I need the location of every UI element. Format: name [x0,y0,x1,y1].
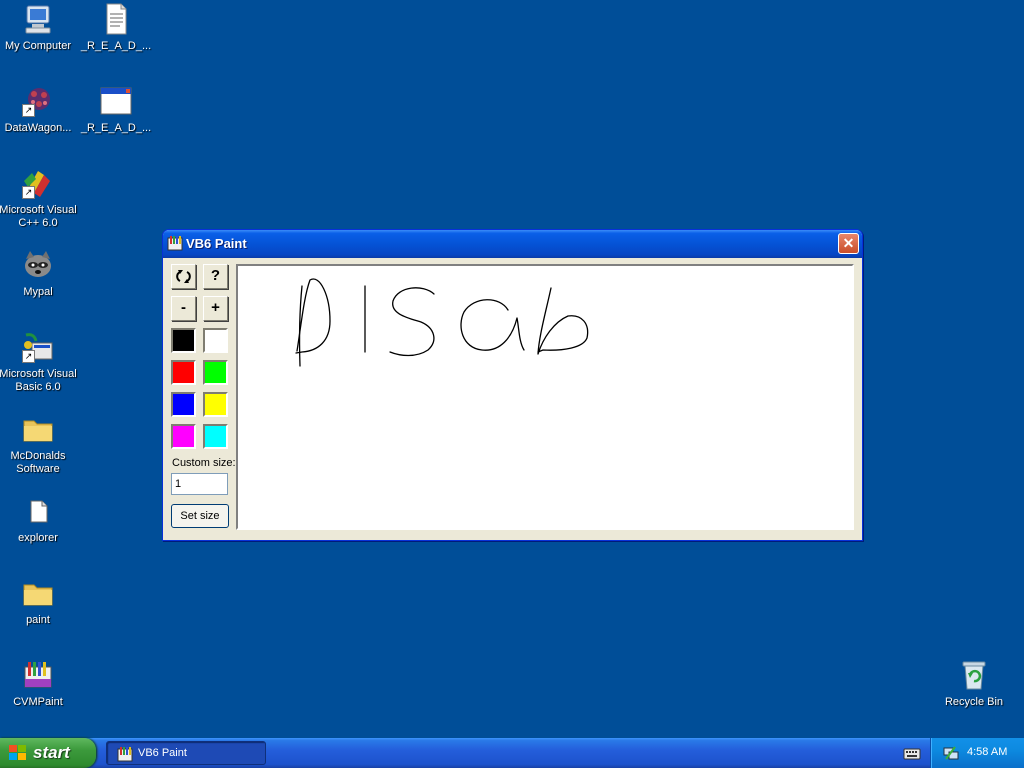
desktop-icon-datawagon[interactable]: ↗ DataWagon... [0,85,78,135]
cvmpaint-icon [22,659,54,691]
desktop-icon-label: _R_E_A_D_... [80,122,152,134]
visual-cpp-icon: ↗ [22,167,54,199]
close-button[interactable]: ✕ [838,233,859,254]
color-swatch-magenta[interactable] [171,424,196,449]
desktop-icon-mypal[interactable]: Mypal [0,249,78,299]
desktop-icon-recycle-bin[interactable]: Recycle Bin [934,659,1014,709]
custom-size-input[interactable] [171,473,228,495]
taskbar-button-label: VB6 Paint [138,747,187,759]
text-document-icon [100,3,132,35]
keyboard-language-icon[interactable] [903,745,921,761]
set-size-button[interactable]: Set size [171,504,229,528]
desktop-icon-my-computer[interactable]: My Computer [0,3,78,53]
desktop-icon-paint-folder[interactable]: paint [0,577,78,627]
my-computer-icon [22,3,54,35]
window-title: VB6 Paint [186,236,247,251]
vb6-paint-window: VB6 Paint ✕ ? - + Custom size: Set size [162,229,863,541]
mypal-raccoon-icon [22,249,54,281]
datawagon-icon: ↗ [22,85,54,117]
desktop-icon-label: explorer [18,532,58,544]
desktop-icon-mcdonalds-software[interactable]: McDonalds Software [0,413,78,476]
desktop-icon-visual-cpp[interactable]: ↗ Microsoft Visual C++ 6.0 [0,167,78,230]
increase-size-button[interactable]: + [203,296,228,321]
folder-icon [22,577,54,609]
desktop-icon-label: Mypal [23,286,53,298]
color-swatch-blue[interactable] [171,392,196,417]
color-swatch-cyan[interactable] [203,424,228,449]
taskbar-button-vb6-paint[interactable]: VB6 Paint [106,741,266,765]
desktop-icon-visual-basic[interactable]: ↗ Microsoft Visual Basic 6.0 [0,331,78,394]
decrease-size-button[interactable]: - [171,296,196,321]
taskbar: start VB6 Paint 4:58 AM [0,738,1024,768]
window-title-bar[interactable]: VB6 Paint ✕ [163,230,862,258]
color-swatch-black[interactable] [171,328,196,353]
desktop-icon-label: McDonalds Software [10,450,66,475]
refresh-icon [176,270,191,283]
visual-basic-icon: ↗ [22,331,54,363]
start-button[interactable]: start [0,738,96,768]
color-swatch-green[interactable] [203,360,228,385]
color-swatch-white[interactable] [203,328,228,353]
recycle-bin-icon [958,659,990,691]
folder-icon [22,413,54,445]
close-icon: ✕ [842,235,855,251]
shortcut-arrow-icon: ↗ [22,350,35,363]
window-application-icon [100,85,132,117]
desktop-icon-label: _R_E_A_D_... [80,40,152,52]
vb6-paint-app-icon [117,746,133,762]
shortcut-arrow-icon: ↗ [22,104,35,117]
desktop-icon-label: DataWagon... [4,122,72,134]
desktop-icon-explorer[interactable]: explorer [0,495,78,545]
start-label: start [33,743,70,762]
windows-logo-icon [9,745,27,761]
custom-size-label: Custom size: [172,457,236,469]
help-button[interactable]: ? [203,264,228,289]
color-swatch-yellow[interactable] [203,392,228,417]
desktop-icon-cvmpaint[interactable]: CVMPaint [0,659,78,709]
desktop-icon-readme-window[interactable]: _R_E_A_D_... [76,85,156,135]
vb6-paint-app-icon[interactable] [167,235,183,251]
system-tray: 4:58 AM [930,738,1024,768]
desktop-icon-label: Microsoft Visual C++ 6.0 [0,204,77,229]
network-icon[interactable] [943,745,959,761]
explorer-icon [22,495,54,527]
clock[interactable]: 4:58 AM [967,746,1007,758]
shortcut-arrow-icon: ↗ [22,186,35,199]
desktop-icon-label: My Computer [4,40,72,52]
desktop-icon-label: Recycle Bin [944,696,1004,708]
desktop-icon-label: paint [26,614,50,626]
desktop-icon-label: Microsoft Visual Basic 6.0 [0,368,77,393]
refresh-button[interactable] [171,264,196,289]
desktop-icon-readme-text[interactable]: _R_E_A_D_... [76,3,156,53]
desktop-icon-label: CVMPaint [13,696,63,708]
freehand-drawing [295,278,589,367]
drawing-canvas[interactable] [236,264,854,530]
color-swatch-red[interactable] [171,360,196,385]
